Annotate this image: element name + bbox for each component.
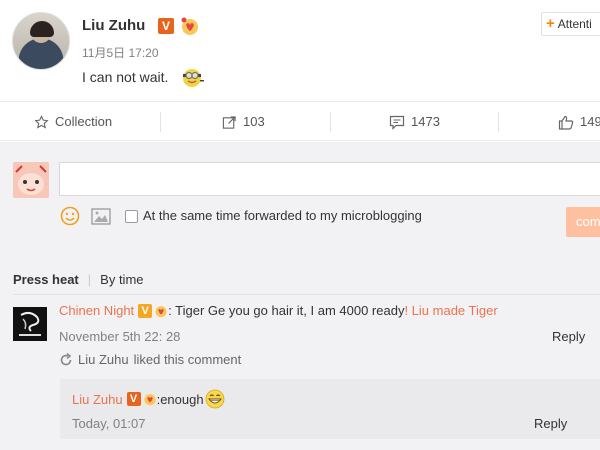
collection-label: Collection (55, 114, 113, 129)
comment-icon (389, 115, 405, 130)
collection-button[interactable]: Collection (34, 102, 112, 142)
reply-reply-button[interactable]: Reply (534, 416, 567, 431)
sort-by-time-tab[interactable]: By time (100, 272, 143, 287)
nested-reply: Liu Zuhu V :enough Today, 01:07 Reply (60, 379, 600, 439)
post-action-bar: Collection 103 1473 149 (0, 101, 600, 141)
comment-text-line: Chinen Night V : Tiger Ge you go hair it… (59, 303, 498, 318)
liked-by-user[interactable]: Liu Zuhu (78, 352, 129, 367)
weibo-post: Liu Zuhu V 11月5日 17:20 I can not wait. +… (0, 0, 600, 100)
forward-count: 103 (243, 114, 265, 129)
post-timestamp[interactable]: 11月5日 17:20 (82, 44, 159, 61)
vip-heart-icon (143, 394, 156, 406)
vip-heart-icon (155, 305, 167, 317)
verified-badge-icon: V (138, 303, 153, 318)
commenter-avatar[interactable] (13, 307, 47, 341)
sort-divider (13, 294, 600, 295)
comment-input[interactable] (59, 162, 600, 196)
comment-submit-button[interactable]: com (566, 207, 600, 237)
forward-checkbox[interactable] (125, 210, 138, 223)
forward-icon (222, 115, 236, 129)
reply-body: :enough (156, 391, 204, 407)
follow-button[interactable]: + Attenti (541, 12, 600, 36)
post-author-avatar[interactable] (12, 12, 70, 70)
action-divider (330, 112, 331, 132)
cartoon-avatar-icon (13, 162, 49, 198)
grin-emoji-icon (205, 389, 224, 409)
like-button[interactable]: 149 (558, 102, 600, 142)
verified-badge-icon: V (126, 392, 141, 406)
forward-option-label: At the same time forwarded to my microbl… (143, 208, 422, 223)
comment-reply-button[interactable]: Reply (552, 329, 585, 344)
comment-count: 1473 (411, 114, 440, 129)
reply-date: Today, 01:07 (72, 416, 146, 431)
thumbs-up-icon (558, 115, 574, 130)
comments-panel: At the same time forwarded to my microbl… (0, 142, 600, 450)
sort-separator: | (87, 272, 92, 287)
minion-emoji-icon (183, 69, 204, 87)
comment-author-link[interactable]: Chinen Night (59, 303, 134, 318)
comment-topic-link[interactable]: ! Liu made Tiger (404, 303, 497, 318)
verified-badge-icon: V (158, 18, 174, 34)
plus-icon: + (546, 15, 555, 32)
reply-author-link[interactable]: Liu Zuhu (72, 392, 123, 407)
liked-notice: Liu Zuhu liked this comment (59, 352, 241, 367)
vip-heart-icon (181, 17, 198, 35)
dragon-logo-icon (13, 307, 47, 341)
post-text: I can not wait. (82, 69, 169, 85)
comment-button[interactable]: 1473 (389, 102, 440, 142)
post-author-name[interactable]: Liu Zuhu (82, 17, 145, 34)
forward-button[interactable]: 103 (222, 102, 265, 142)
action-divider (160, 112, 161, 132)
comment-sort-bar: Press heat | By time (13, 272, 144, 287)
image-upload-icon[interactable] (91, 208, 111, 225)
refresh-arrow-icon (60, 352, 72, 365)
action-divider (498, 112, 499, 132)
sort-by-heat-tab[interactable]: Press heat (13, 272, 79, 287)
liked-text: liked this comment (133, 352, 242, 367)
reply-text-line: Liu Zuhu V :enough (72, 389, 225, 409)
comment-date: November 5th 22: 28 (59, 329, 181, 344)
follow-label: Attenti (557, 17, 592, 31)
current-user-avatar[interactable] (13, 162, 49, 198)
comment-body: : Tiger Ge you go hair it, I am 4000 rea… (168, 303, 405, 318)
emoji-picker-icon[interactable] (60, 206, 80, 226)
like-count: 149 (580, 114, 600, 129)
star-icon (34, 114, 49, 129)
